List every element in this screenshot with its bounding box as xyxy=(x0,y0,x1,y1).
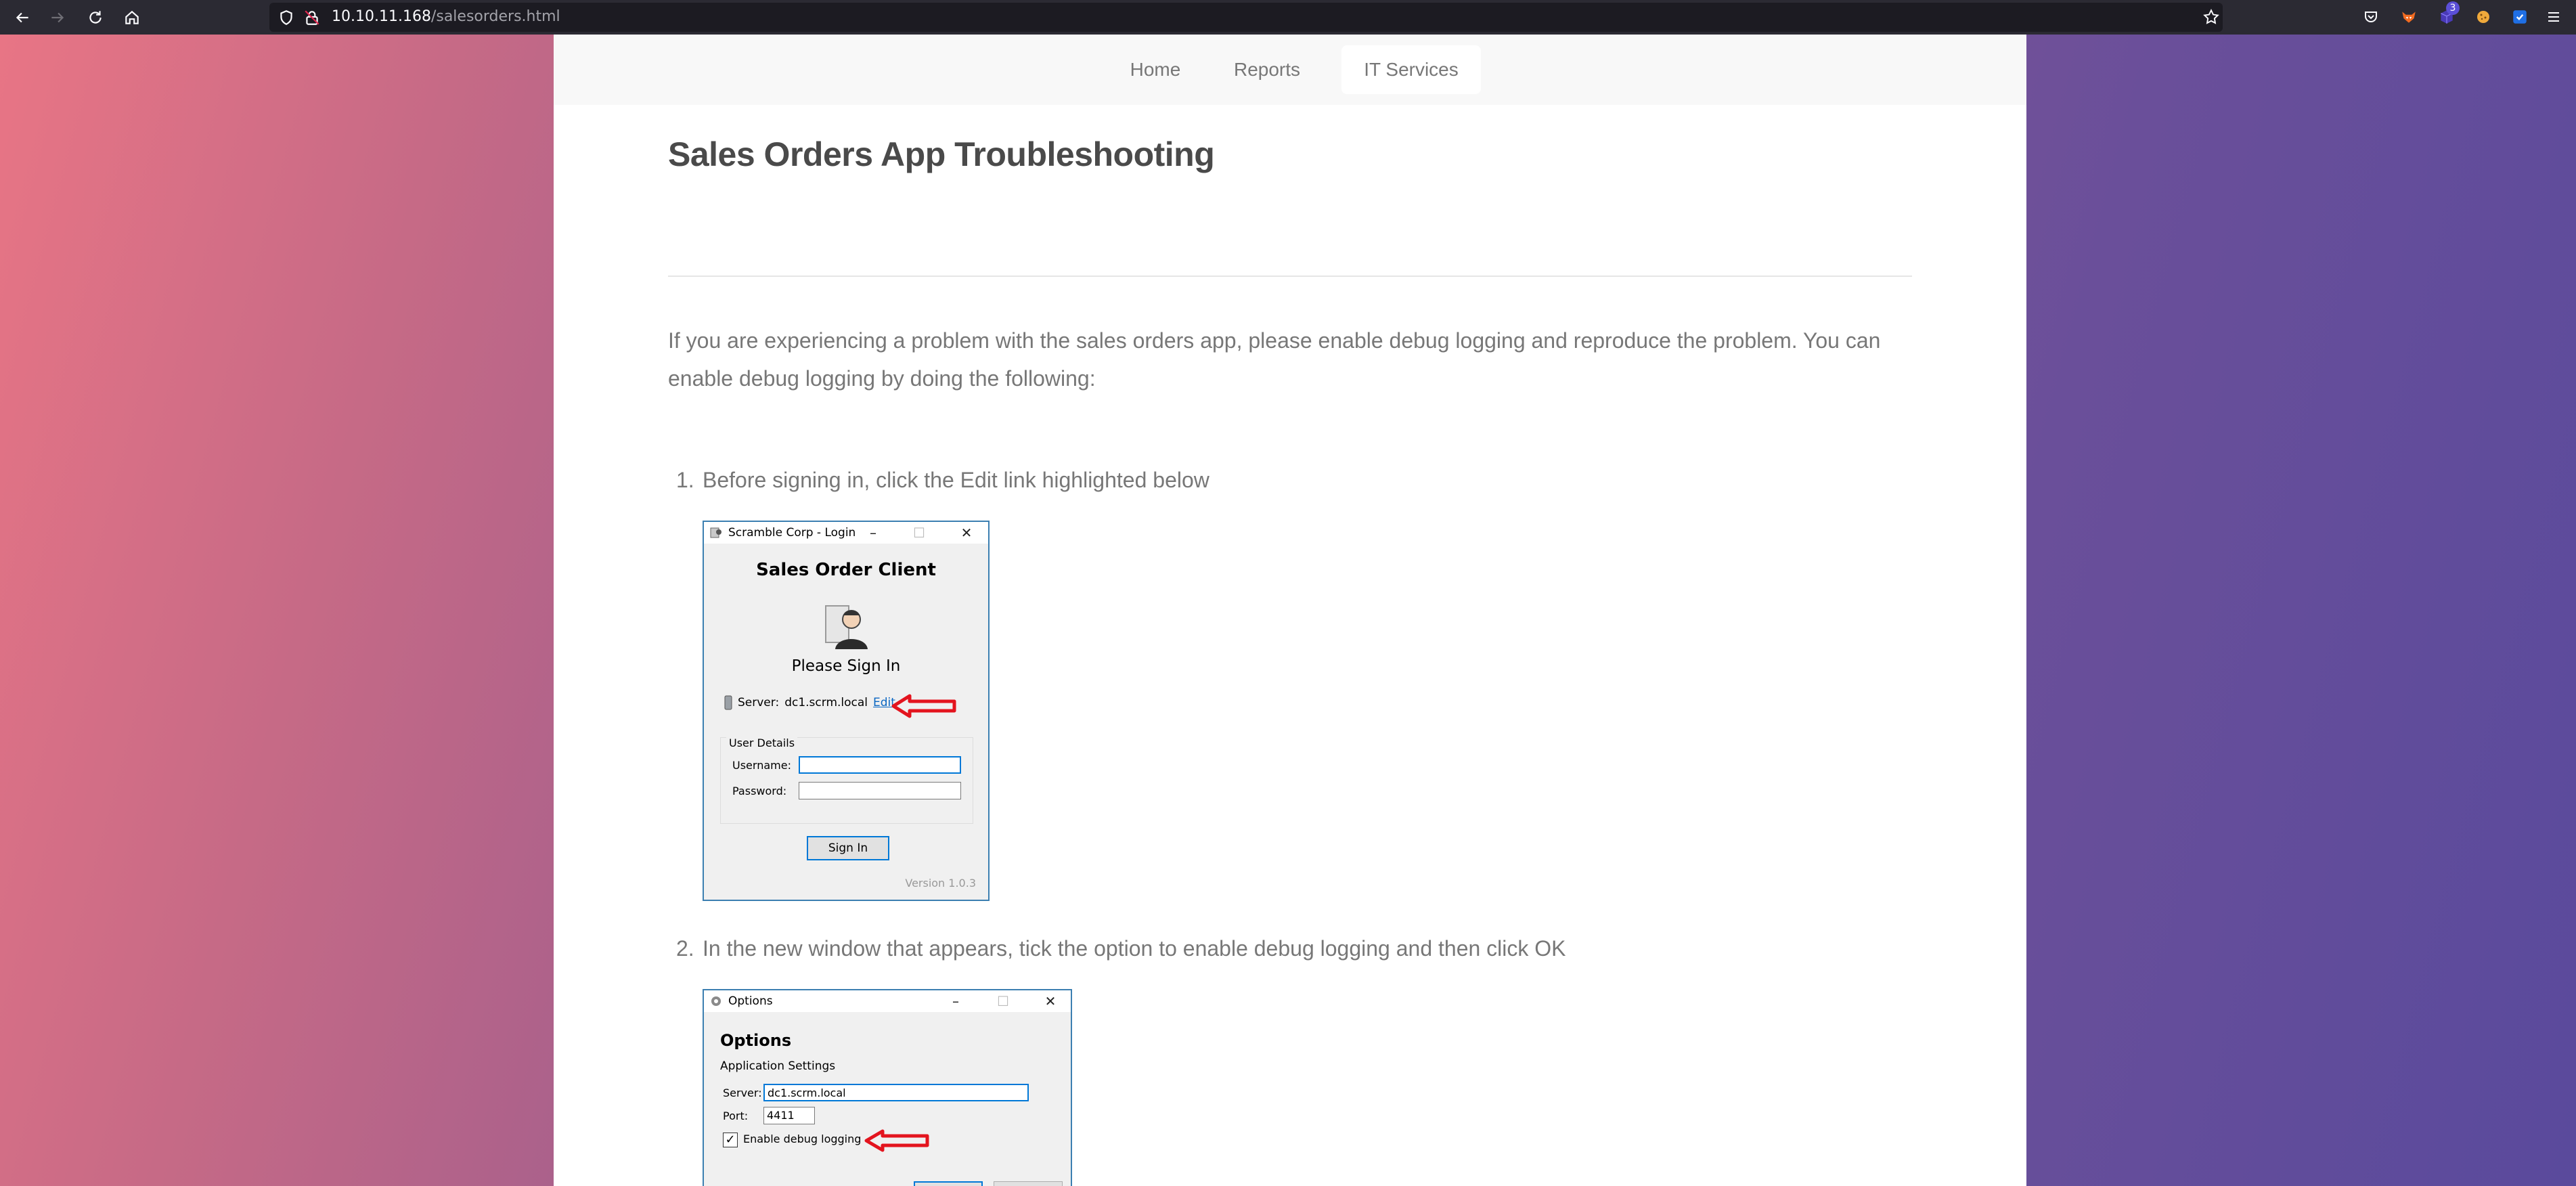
nav-reports[interactable]: Reports xyxy=(1220,45,1314,94)
server-icon xyxy=(724,695,732,710)
address-bar[interactable]: 10.10.11.168/salesorders.html xyxy=(269,3,2223,32)
maximize-icon: ☐ xyxy=(913,525,925,541)
window-title: Options xyxy=(728,994,773,1008)
version-label: Version 1.0.3 xyxy=(905,877,976,890)
intro-paragraph: If you are experiencing a problem with t… xyxy=(668,328,1881,391)
step-number: 1. xyxy=(676,468,694,492)
reload-icon[interactable] xyxy=(83,5,108,30)
lock-icon[interactable] xyxy=(303,9,321,26)
debug-checkbox: ✓ xyxy=(723,1133,738,1147)
dialog-heading: Options xyxy=(720,1031,792,1050)
page-title: Sales Orders App Troubleshooting xyxy=(668,135,1215,173)
step-1: 1. Before signing in, click the Edit link… xyxy=(676,465,1209,495)
window-title: Scramble Corp - Login xyxy=(728,526,856,540)
window-titlebar: Scramble Corp - Login – ☐ ✕ xyxy=(704,522,988,544)
cancel-button xyxy=(994,1181,1063,1186)
extension-fox-icon[interactable] xyxy=(2399,7,2419,27)
extension-cookie-icon[interactable] xyxy=(2473,7,2493,27)
gear-icon xyxy=(711,996,721,1006)
star-icon[interactable] xyxy=(2202,8,2220,26)
user-details-group: User Details xyxy=(720,737,973,824)
menu-icon[interactable] xyxy=(2544,7,2564,27)
content-container: Home Reports IT Services Sales Orders Ap… xyxy=(554,35,2026,1186)
url-text[interactable]: 10.10.11.168/salesorders.html xyxy=(332,7,560,26)
app-icon xyxy=(710,527,721,538)
debug-label: Enable debug logging xyxy=(743,1133,862,1145)
close-icon: ✕ xyxy=(1044,993,1057,1009)
highlight-arrow-icon xyxy=(864,1129,929,1152)
login-dialog-image: Scramble Corp - Login – ☐ ✕ Sales Order … xyxy=(703,521,990,901)
server-label: Server: xyxy=(723,1086,762,1099)
forward-icon[interactable] xyxy=(45,5,70,30)
window-titlebar: Options – ☐ ✕ xyxy=(704,990,1071,1012)
highlight-arrow-icon xyxy=(891,694,956,718)
username-field xyxy=(799,756,961,774)
server-label: Server: xyxy=(738,696,780,709)
sign-in-button: Sign In xyxy=(807,836,889,860)
section-label: Application Settings xyxy=(720,1059,836,1073)
user-avatar-icon xyxy=(825,605,868,649)
divider xyxy=(668,276,1912,277)
step-number: 2. xyxy=(676,936,694,961)
extension-badge: 3 xyxy=(2446,1,2460,15)
step-2: 2. In the new window that appears, tick t… xyxy=(676,934,1566,963)
port-label: Port: xyxy=(723,1110,749,1122)
back-icon[interactable] xyxy=(9,5,35,30)
password-label: Password: xyxy=(732,785,787,797)
minimize-icon: – xyxy=(952,993,959,1009)
server-field: dc1.scrm.local xyxy=(763,1084,1029,1101)
nav-it-services[interactable]: IT Services xyxy=(1341,45,1481,94)
group-label: User Details xyxy=(726,737,798,749)
extension-shield-icon[interactable] xyxy=(2510,7,2530,27)
server-row: Server: dc1.scrm.local Edit xyxy=(724,695,895,710)
options-dialog-image: Options – ☐ ✕ Options Application Settin… xyxy=(703,989,1072,1186)
pocket-icon[interactable] xyxy=(2361,7,2381,27)
maximize-icon: ☐ xyxy=(997,993,1009,1009)
step-text: Before signing in, click the Edit link h… xyxy=(703,468,1209,492)
dialog-subheading: Please Sign In xyxy=(791,657,901,675)
nav-home[interactable]: Home xyxy=(1110,45,1201,94)
home-icon[interactable] xyxy=(119,5,145,30)
port-field: 4411 xyxy=(763,1107,815,1124)
password-field xyxy=(799,782,961,799)
server-value: dc1.scrm.local xyxy=(784,696,868,709)
close-icon: ✕ xyxy=(960,525,973,541)
shield-icon[interactable] xyxy=(277,9,295,26)
top-navigation: Home Reports IT Services xyxy=(554,35,2026,105)
step-text: In the new window that appears, tick the… xyxy=(703,936,1566,961)
ok-button xyxy=(914,1181,983,1186)
browser-toolbar: 10.10.11.168/salesorders.html 3 xyxy=(0,0,2576,35)
dialog-heading: Sales Order Client xyxy=(756,560,936,580)
minimize-icon: – xyxy=(870,525,876,541)
page-background: Home Reports IT Services Sales Orders Ap… xyxy=(0,35,2576,1186)
username-label: Username: xyxy=(732,759,791,772)
